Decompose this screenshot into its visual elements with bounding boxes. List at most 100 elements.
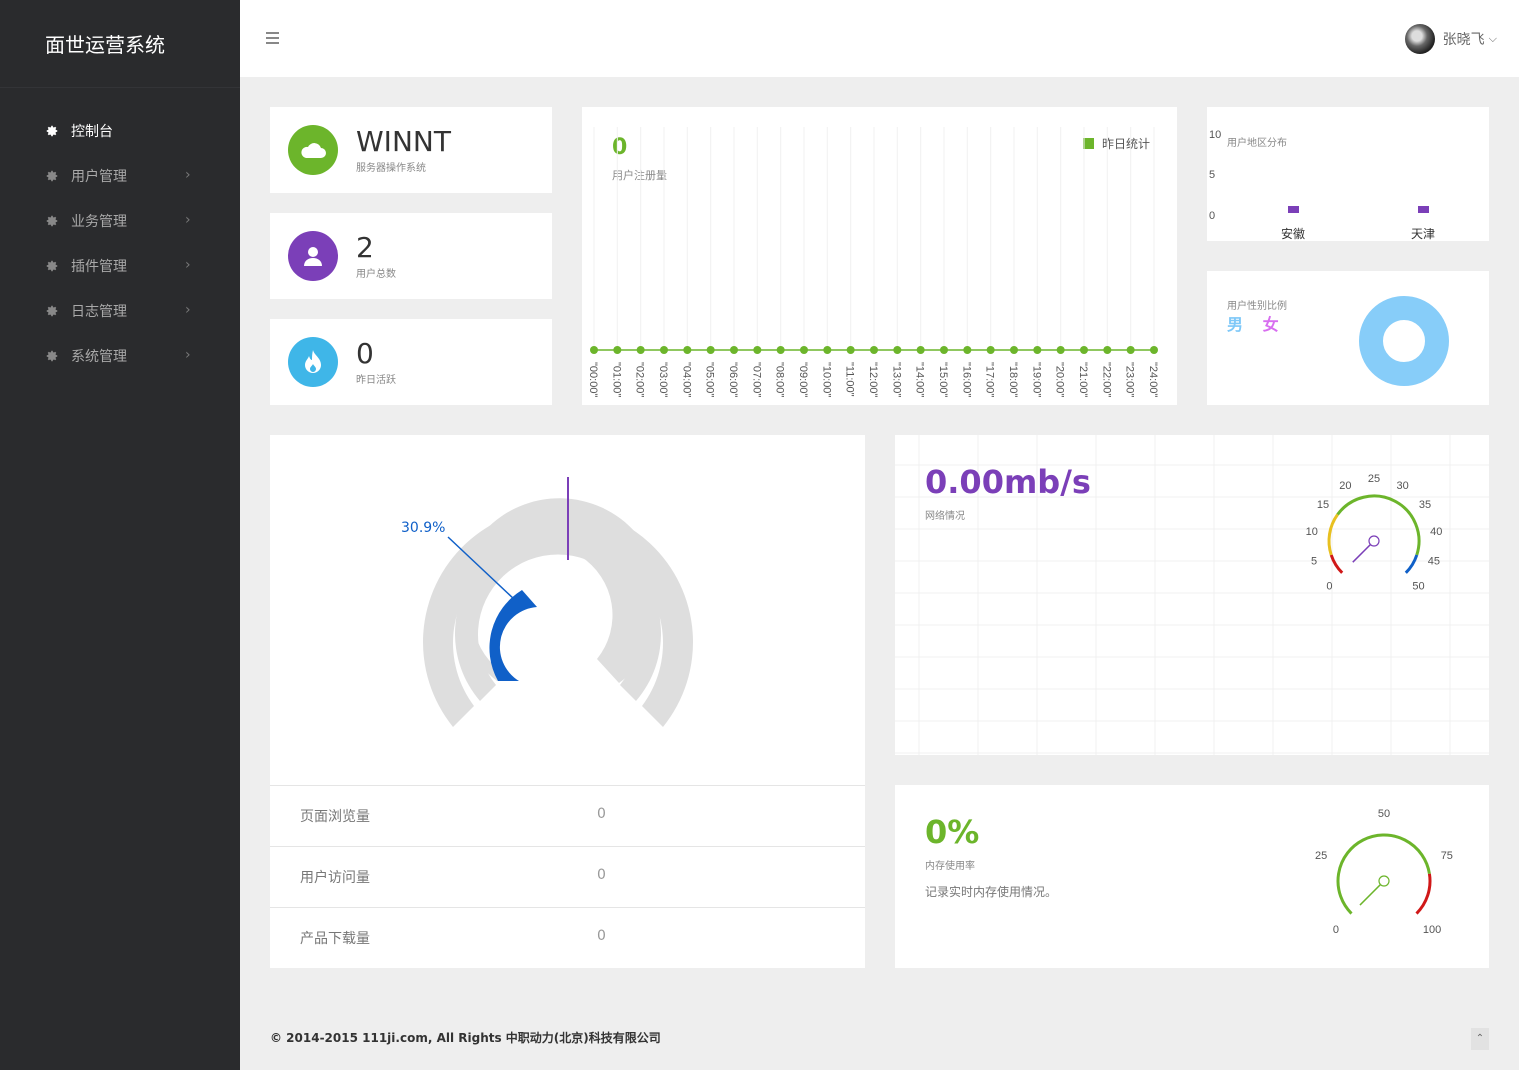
gauge-tick-label: 50: [1378, 808, 1390, 820]
x-tick-label: "12:00": [867, 362, 879, 397]
gauge-tick-label: 35: [1419, 499, 1431, 511]
gauge-tick-label: 30: [1396, 480, 1408, 492]
x-tick-label: "19:00": [1030, 362, 1042, 397]
menu-toggle-icon[interactable]: [266, 32, 279, 44]
data-point: [636, 346, 645, 354]
gauge-band: [1404, 554, 1419, 574]
x-tick-label: "21:00": [1077, 362, 1089, 397]
x-tick-label: "13:00": [890, 362, 902, 397]
stat-label: 用户总数: [356, 268, 396, 280]
bar: [1418, 206, 1429, 213]
x-tick-label: "14:00": [914, 362, 926, 397]
x-tick-label: "06:00": [727, 362, 739, 397]
x-tick-label: "09:00": [797, 362, 809, 397]
data-point: [846, 346, 855, 354]
x-tick-label: "07:00": [750, 362, 762, 397]
table-row-value: 0: [597, 806, 606, 822]
gauge-tick-label: 5: [1311, 555, 1317, 567]
donut-slice-male: [1359, 296, 1449, 386]
gauge-tick-label: 75: [1441, 850, 1453, 862]
stat-value: 0: [356, 336, 374, 370]
y-tick-label: 0: [1209, 210, 1215, 222]
registration-chart-card: 0 用户注册量 昨日统计 "00:00" "01:00" "02:00" "03:00…: [582, 107, 1177, 405]
chevron-right-icon: ›: [185, 257, 191, 273]
gauge-band: [1336, 494, 1421, 556]
sidebar-item-label: 控制台: [71, 123, 113, 140]
chevron-right-icon: ›: [185, 347, 191, 363]
gear-icon: [46, 125, 58, 136]
gauge-hub: [1368, 535, 1380, 547]
table-row: 产品下载量 0: [270, 907, 865, 968]
user-menu[interactable]: 张晓飞 ⌵: [1404, 24, 1497, 54]
table-row-value: 0: [597, 928, 606, 944]
stat-card-active: 0 昨日活跃: [270, 319, 552, 405]
sidebar-item-label: 业务管理: [71, 213, 127, 230]
scroll-top-button[interactable]: ⌃: [1471, 1028, 1489, 1050]
data-point: [940, 346, 948, 354]
stat-value: 2: [356, 230, 374, 264]
gauge-band: [1336, 833, 1431, 915]
network-gauge: 0 5 10 15 20 25 30 35 40 45 50: [1306, 473, 1443, 593]
data-point: [1056, 346, 1065, 354]
table-row-key: 页面浏览量: [300, 809, 370, 825]
sidebar-item-console[interactable]: 控制台: [0, 108, 240, 153]
gender-chart-card: 用户性别比例 男 女: [1207, 271, 1489, 405]
app-title: 面世运营系统: [0, 0, 240, 88]
gauge-tick-label: 45: [1428, 555, 1440, 567]
avatar[interactable]: [1404, 24, 1435, 54]
gauge-tick-label: 25: [1368, 473, 1380, 485]
x-tick-label: "22:00": [1100, 362, 1112, 397]
table-row: 页面浏览量 0: [270, 785, 865, 846]
sidebar-item-label: 日志管理: [71, 303, 127, 320]
radial-percent-label: 30.9%: [401, 520, 446, 536]
data-point: [1150, 346, 1158, 354]
y-tick-label: 5: [1209, 169, 1215, 181]
x-tick-label: "08:00": [774, 362, 786, 397]
data-point: [683, 346, 692, 354]
x-tick-label: "02:00": [634, 362, 646, 397]
data-point: [870, 346, 878, 354]
chevron-right-icon: ›: [185, 302, 191, 318]
data-point: [660, 346, 668, 354]
network-card: 0.00mb/s 网络情况 0 5 10 15 20 25 30 35 40 45 50: [895, 435, 1489, 755]
sidebar-menu: 控制台 用户管理 › 业务管理 › 插件管理 › 日志管理 › 系统管理 ›: [0, 108, 240, 378]
sidebar-item-business[interactable]: 业务管理 ›: [0, 198, 240, 243]
x-tick-label: "05:00": [704, 362, 716, 397]
sidebar-item-plugins[interactable]: 插件管理 ›: [0, 243, 240, 288]
data-point: [613, 346, 622, 354]
gear-icon: [46, 170, 58, 181]
data-point: [1126, 346, 1135, 354]
gauge-tick-label: 50: [1412, 581, 1424, 593]
x-tick-label: "03:00": [657, 362, 669, 397]
gauge-hub: [1378, 875, 1390, 887]
x-tick-label: "01:00": [610, 362, 622, 397]
gauge-tick-label: 25: [1315, 850, 1327, 862]
data-point: [706, 346, 715, 354]
x-tick-label: "24:00": [1147, 362, 1159, 397]
gauge-tick-label: 15: [1317, 499, 1329, 511]
x-tick-label: "00:00": [587, 362, 599, 397]
sidebar-item-system[interactable]: 系统管理 ›: [0, 333, 240, 378]
x-tick-label: "23:00": [1124, 362, 1136, 397]
data-point: [1033, 346, 1042, 354]
gauge-tick-label: 0: [1333, 924, 1339, 936]
topbar: 张晓飞 ⌵: [240, 0, 1519, 77]
gauge-tick-label: 10: [1306, 526, 1318, 538]
gear-icon: [46, 215, 58, 226]
gauge-band: [1327, 513, 1339, 556]
gauge-tick-label: 100: [1423, 924, 1441, 936]
sidebar-item-logs[interactable]: 日志管理 ›: [0, 288, 240, 333]
x-tick-label: "17:00": [984, 362, 996, 397]
data-point: [776, 346, 785, 354]
x-tick-label: "15:00": [937, 362, 949, 397]
chevron-right-icon: ›: [185, 212, 191, 228]
stat-label: 服务器操作系统: [356, 162, 426, 174]
sidebar-item-users[interactable]: 用户管理 ›: [0, 153, 240, 198]
data-point: [753, 346, 762, 354]
data-point: [1010, 346, 1018, 354]
stat-value: WINNT: [356, 124, 451, 158]
table-row-key: 用户访问量: [300, 870, 370, 886]
sidebar-item-label: 用户管理: [71, 168, 127, 185]
gear-icon: [46, 260, 58, 271]
stat-card-os: WINNT 服务器操作系统: [270, 107, 552, 193]
